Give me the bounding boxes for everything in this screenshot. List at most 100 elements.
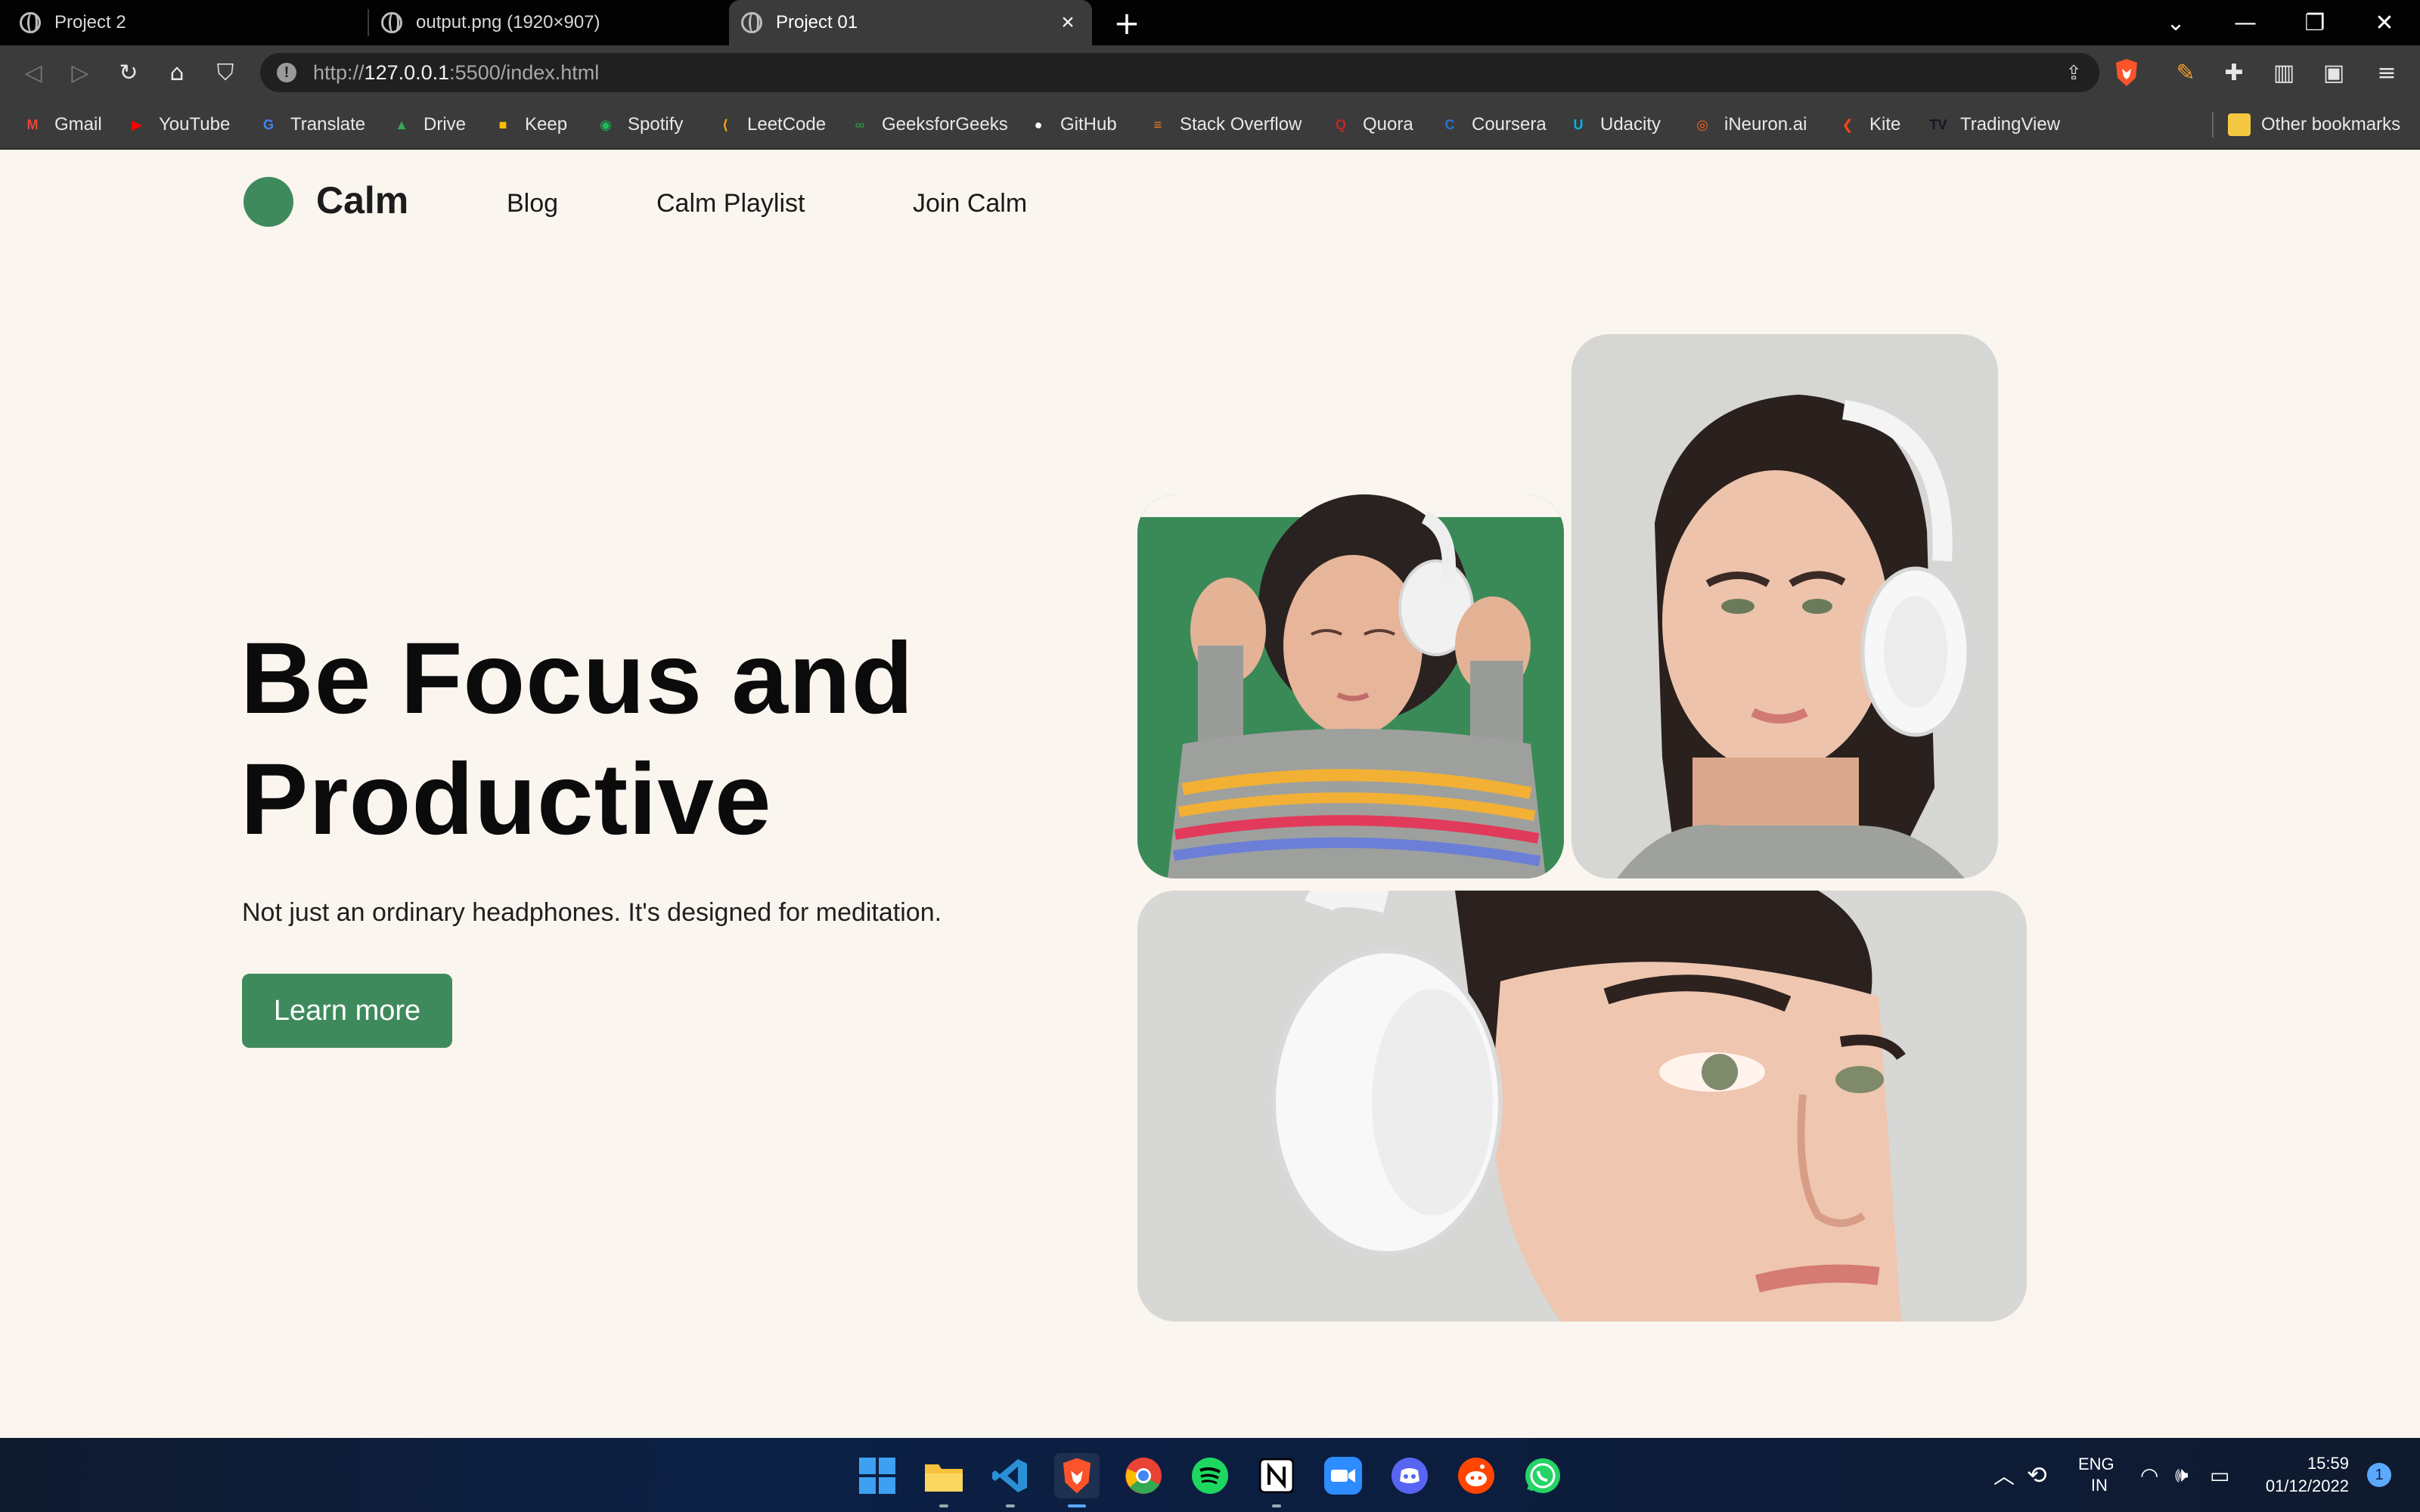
reload-button[interactable]: ↻ — [110, 54, 147, 91]
zoom-icon[interactable] — [1320, 1453, 1366, 1498]
new-tab-button[interactable]: + — [1110, 5, 1143, 42]
notion-icon[interactable] — [1254, 1453, 1299, 1507]
tab-title: Project 01 — [776, 12, 858, 33]
clock[interactable]: 15:59 01/12/2022 — [2258, 1438, 2349, 1512]
tab-project-01[interactable]: Project 01 × — [729, 0, 1092, 45]
home-button[interactable]: ⌂ — [159, 54, 195, 91]
bookmark-label: Udacity — [1600, 114, 1661, 135]
tab-search-chevron-icon[interactable]: ⌄ — [2142, 0, 2210, 45]
minimize-button[interactable]: — — [2211, 0, 2279, 45]
bookmark-label: Drive — [424, 114, 467, 135]
nav-calm-playlist[interactable]: Calm Playlist — [656, 189, 805, 218]
url-text[interactable]: http://127.0.0.1:5500/index.html — [313, 61, 599, 85]
chrome-icon[interactable] — [1121, 1453, 1166, 1498]
github-icon: ● — [1034, 116, 1043, 132]
leetcode-icon: ⟨ — [721, 116, 729, 132]
windows-start-icon[interactable] — [855, 1453, 900, 1498]
bookmark-keep[interactable]: ■ Keep — [492, 100, 568, 150]
menu-icon[interactable]: ≡ — [2369, 54, 2405, 91]
close-icon[interactable]: × — [1054, 9, 1081, 36]
bookmark-drive[interactable]: ▲ Drive — [390, 100, 466, 150]
bookmark-translate[interactable]: G Translate — [257, 100, 365, 150]
site-info-icon[interactable]: ! — [277, 63, 296, 82]
volume-icon[interactable]: 🕪 — [2175, 1438, 2189, 1512]
hero-subtitle: Not just an ordinary headphones. It's de… — [242, 898, 942, 927]
file-explorer-icon[interactable] — [921, 1453, 966, 1507]
bookmark-label: YouTube — [159, 114, 231, 135]
brave-icon[interactable] — [1054, 1453, 1100, 1507]
wallet-icon[interactable]: ▣ — [2316, 54, 2352, 91]
learn-more-button[interactable]: Learn more — [242, 974, 452, 1048]
back-button[interactable]: ◁ — [15, 54, 51, 91]
address-bar[interactable]: ! http://127.0.0.1:5500/index.html ⇪ — [260, 53, 2099, 92]
tab-output-png[interactable]: output.png (1920×907) — [371, 0, 726, 45]
clock-date: 01/12/2022 — [2265, 1476, 2349, 1495]
language-line1: ENG — [2078, 1455, 2114, 1473]
ineuron-icon: ◎ — [1696, 116, 1708, 132]
bookmark-stack-overflow[interactable]: ≡ Stack Overflow — [1146, 100, 1302, 150]
hero-title-line2: Productive — [240, 743, 772, 856]
bookmark-quora[interactable]: Q Quora — [1329, 100, 1413, 150]
sidebar-icon[interactable]: ▥ — [2266, 54, 2302, 91]
bookmark-spotify[interactable]: ◉ Spotify — [594, 100, 683, 150]
folder-icon — [2228, 113, 2251, 136]
other-bookmarks-folder[interactable]: Other bookmarks — [2228, 100, 2400, 150]
udacity-icon: U — [1573, 116, 1584, 132]
pen-extension-icon[interactable]: ✎ — [2167, 54, 2204, 91]
notification-badge: 1 — [2367, 1463, 2391, 1487]
logo-text[interactable]: Calm — [316, 178, 408, 222]
clock-time: 15:59 — [2307, 1454, 2349, 1473]
bookmark-label: Kite — [1869, 114, 1901, 135]
brave-shields-icon[interactable] — [2108, 54, 2145, 91]
bookmark-ineuron-ai[interactable]: ◎ iNeuron.ai — [1691, 100, 1807, 150]
bookmark-label: iNeuron.ai — [1724, 114, 1807, 135]
reddit-icon[interactable] — [1454, 1453, 1499, 1498]
bookmark-udacity[interactable]: U Udacity — [1567, 100, 1661, 150]
extensions-icon[interactable]: ✚ — [2216, 54, 2252, 91]
discord-icon[interactable] — [1387, 1453, 1432, 1498]
geeksforgeeks-icon: ∞ — [855, 116, 865, 132]
bookmark-label: Coursera — [1472, 114, 1547, 135]
stackoverflow-icon: ≡ — [1153, 116, 1162, 132]
notification-center[interactable]: 1 — [2367, 1438, 2391, 1512]
battery-icon[interactable]: ▭ — [2210, 1438, 2229, 1512]
close-window-button[interactable]: ✕ — [2350, 0, 2418, 45]
bookmark-button[interactable]: ⛉ — [207, 54, 244, 91]
show-hidden-icons-chevron-icon[interactable]: ︿ — [1993, 1438, 2015, 1512]
bookmark-label: GitHub — [1060, 114, 1117, 135]
drive-icon: ▲ — [395, 116, 408, 132]
bookmark-youtube[interactable]: ▶ YouTube — [126, 100, 230, 150]
bookmark-gmail[interactable]: M Gmail — [21, 100, 102, 150]
bookmark-github[interactable]: ● GitHub — [1027, 100, 1117, 150]
bookmark-geeksforgeeks[interactable]: ∞ GeeksforGeeks — [849, 100, 1008, 150]
bookmark-label: LeetCode — [747, 114, 827, 135]
bookmark-label: TradingView — [1960, 114, 2061, 135]
restore-button[interactable]: ❐ — [2281, 0, 2349, 45]
nav-blog[interactable]: Blog — [507, 189, 558, 218]
bookmark-coursera[interactable]: C Coursera — [1438, 100, 1547, 150]
vscode-icon[interactable] — [988, 1453, 1033, 1507]
spotify-icon[interactable] — [1187, 1453, 1233, 1498]
wifi-icon[interactable]: ◠ — [2140, 1438, 2158, 1512]
language-indicator[interactable]: ENG IN — [2078, 1438, 2114, 1512]
forward-button[interactable]: ▷ — [62, 54, 98, 91]
share-icon[interactable]: ⇪ — [2060, 59, 2087, 86]
bookmark-label: Gmail — [54, 114, 102, 135]
nav-join-calm[interactable]: Join Calm — [913, 189, 1027, 218]
gmail-icon: M — [26, 116, 39, 132]
language-line2: IN — [2090, 1476, 2108, 1495]
bookmark-tradingview[interactable]: TV TradingView — [1927, 100, 2060, 150]
logo-circle-icon — [244, 177, 293, 227]
kite-icon: ❮ — [1841, 116, 1854, 132]
bookmark-label: Stack Overflow — [1180, 114, 1302, 135]
whatsapp-icon[interactable] — [1520, 1453, 1565, 1498]
bookmark-kite[interactable]: ❮ Kite — [1836, 100, 1900, 150]
sync-icon[interactable]: ⟲ — [2027, 1438, 2047, 1512]
tab-project-2[interactable]: Project 2 — [0, 0, 366, 45]
running-indicator — [939, 1504, 948, 1507]
tab-separator — [368, 9, 369, 36]
bookmark-label: Quora — [1363, 114, 1413, 135]
bookmark-leetcode[interactable]: ⟨ LeetCode — [714, 100, 826, 150]
globe-icon — [741, 12, 762, 33]
calm-landing-page: Calm Blog Calm Playlist Join Calm Be Foc… — [0, 150, 2420, 1438]
